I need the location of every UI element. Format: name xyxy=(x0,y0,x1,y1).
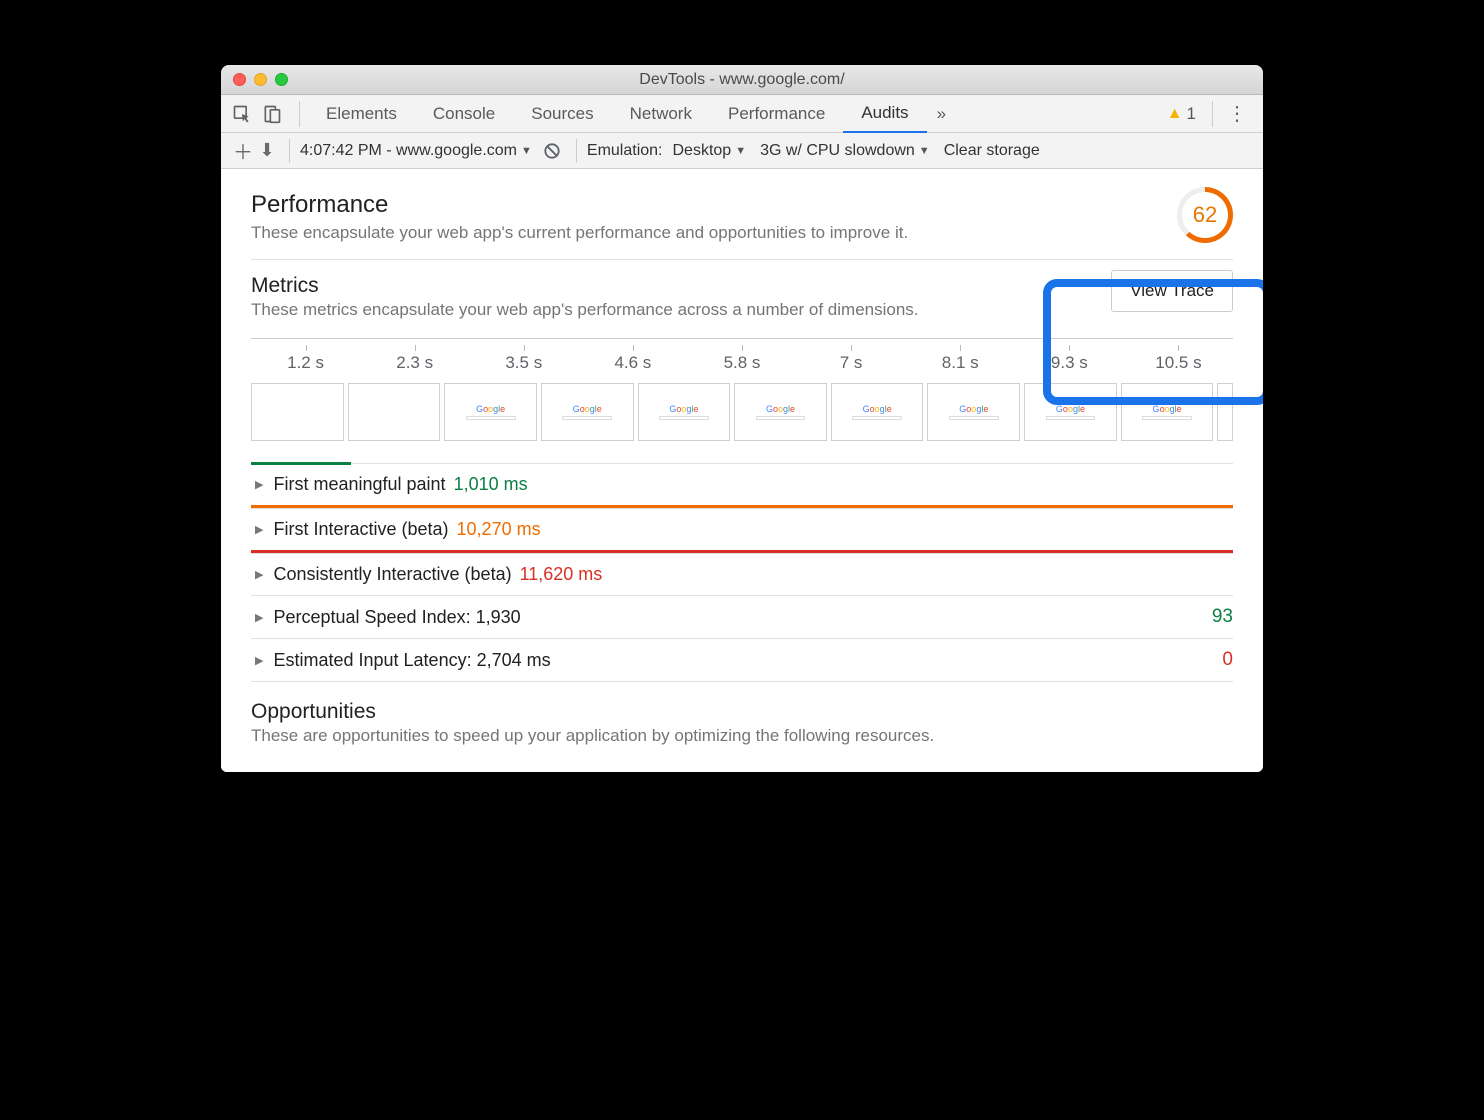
report-selector[interactable]: 4:07:42 PM - www.google.com ▼ xyxy=(300,142,532,160)
disclosure-triangle-icon: ▶ xyxy=(255,654,263,667)
warning-count: 1 xyxy=(1187,104,1196,124)
inspect-element-icon[interactable] xyxy=(231,103,253,125)
performance-section: Performance These encapsulate your web a… xyxy=(221,169,1263,682)
caret-down-icon: ▼ xyxy=(521,145,532,157)
tick: 9.3 s xyxy=(1015,353,1124,373)
tick: 3.5 s xyxy=(469,353,578,373)
metric-row-eil[interactable]: ▶ Estimated Input Latency: 2,704 ms 0 xyxy=(251,638,1233,682)
tab-sources[interactable]: Sources xyxy=(513,95,611,132)
caret-down-icon: ▼ xyxy=(919,145,930,157)
performance-subtitle: These encapsulate your web app's current… xyxy=(251,223,1157,243)
report-selector-label: 4:07:42 PM - www.google.com xyxy=(300,142,517,160)
opportunities-subtitle: These are opportunities to speed up your… xyxy=(251,726,1233,746)
filmstrip: Google Google Google Google Google Googl… xyxy=(251,383,1233,441)
metric-bar xyxy=(251,462,351,465)
tick: 7 s xyxy=(797,353,906,373)
more-menu-icon[interactable]: ⋮ xyxy=(1221,101,1253,126)
disclosure-triangle-icon: ▶ xyxy=(255,568,263,581)
filmstrip-frame: Google xyxy=(831,383,924,441)
tick: 8.1 s xyxy=(906,353,1015,373)
performance-score-ring: 62 xyxy=(1177,187,1233,243)
device-dropdown[interactable]: Desktop ▼ xyxy=(672,142,746,160)
audit-report: Performance These encapsulate your web a… xyxy=(221,169,1263,772)
metric-score: 93 xyxy=(1212,606,1233,628)
tick: 4.6 s xyxy=(578,353,687,373)
metrics-title: Metrics xyxy=(251,274,1111,298)
opportunities-title: Opportunities xyxy=(251,700,1233,724)
performance-score: 62 xyxy=(1193,202,1217,228)
window-title: DevTools - www.google.com/ xyxy=(221,71,1263,89)
warning-icon: ▲ xyxy=(1167,105,1183,123)
filmstrip-frame: Google xyxy=(638,383,731,441)
clear-storage-option[interactable]: Clear storage xyxy=(944,142,1040,160)
tab-network[interactable]: Network xyxy=(612,95,710,132)
opportunities-section: Opportunities These are opportunities to… xyxy=(221,682,1263,772)
view-trace-button[interactable]: View Trace xyxy=(1111,270,1233,312)
titlebar: DevTools - www.google.com/ xyxy=(221,65,1263,95)
tick: 2.3 s xyxy=(360,353,469,373)
filmstrip-frame: Google xyxy=(927,383,1020,441)
filmstrip-frame xyxy=(1217,383,1233,441)
filmstrip-frame: Google xyxy=(444,383,537,441)
filmstrip-frame: Google xyxy=(734,383,827,441)
tick: 10.5 s xyxy=(1124,353,1233,373)
filmstrip-frame: Google xyxy=(541,383,634,441)
filmstrip-frame: Google xyxy=(1024,383,1117,441)
metric-row-fmp[interactable]: ▶ First meaningful paint 1,010 ms xyxy=(251,463,1233,505)
emulation-label: Emulation: xyxy=(587,142,663,160)
tab-performance[interactable]: Performance xyxy=(710,95,843,132)
disclosure-triangle-icon: ▶ xyxy=(255,611,263,624)
filmstrip-frame: Google xyxy=(1121,383,1214,441)
download-report-button[interactable]: ⬇ xyxy=(255,140,279,161)
new-audit-button[interactable]: ＋ xyxy=(231,136,255,165)
metric-row-first-interactive[interactable]: ▶ First Interactive (beta) 10,270 ms xyxy=(251,508,1233,550)
clear-icon[interactable] xyxy=(542,141,566,161)
tabs-overflow[interactable]: » xyxy=(927,95,956,132)
performance-title: Performance xyxy=(251,191,1157,219)
devtools-window: DevTools - www.google.com/ Elements Cons… xyxy=(221,65,1263,772)
metric-list: ▶ First meaningful paint 1,010 ms ▶ Firs… xyxy=(251,463,1233,682)
metric-row-psi[interactable]: ▶ Perceptual Speed Index: 1,930 93 xyxy=(251,595,1233,638)
tick: 1.2 s xyxy=(251,353,360,373)
audits-toolbar: ＋ ⬇ 4:07:42 PM - www.google.com ▼ Emulat… xyxy=(221,133,1263,169)
filmstrip-frame xyxy=(251,383,344,441)
metrics-header: Metrics These metrics encapsulate your w… xyxy=(251,274,1233,320)
devtools-tabs: Elements Console Sources Network Perform… xyxy=(221,95,1263,133)
filmstrip-ticks: 1.2 s 2.3 s 3.5 s 4.6 s 5.8 s 7 s 8.1 s … xyxy=(251,353,1233,373)
metric-score: 0 xyxy=(1222,649,1233,671)
disclosure-triangle-icon: ▶ xyxy=(255,478,263,491)
tab-console[interactable]: Console xyxy=(415,95,513,132)
metric-row-consistently-interactive[interactable]: ▶ Consistently Interactive (beta) 11,620… xyxy=(251,553,1233,595)
tab-audits[interactable]: Audits xyxy=(843,96,926,133)
device-toolbar-icon[interactable] xyxy=(261,103,283,125)
caret-down-icon: ▼ xyxy=(735,145,746,157)
throttle-dropdown[interactable]: 3G w/ CPU slowdown ▼ xyxy=(760,142,930,160)
tick: 5.8 s xyxy=(687,353,796,373)
tab-elements[interactable]: Elements xyxy=(308,95,415,132)
filmstrip-frame xyxy=(348,383,441,441)
disclosure-triangle-icon: ▶ xyxy=(255,523,263,536)
metrics-subtitle: These metrics encapsulate your web app's… xyxy=(251,300,1111,320)
warnings-badge[interactable]: ▲ 1 xyxy=(1167,104,1196,124)
